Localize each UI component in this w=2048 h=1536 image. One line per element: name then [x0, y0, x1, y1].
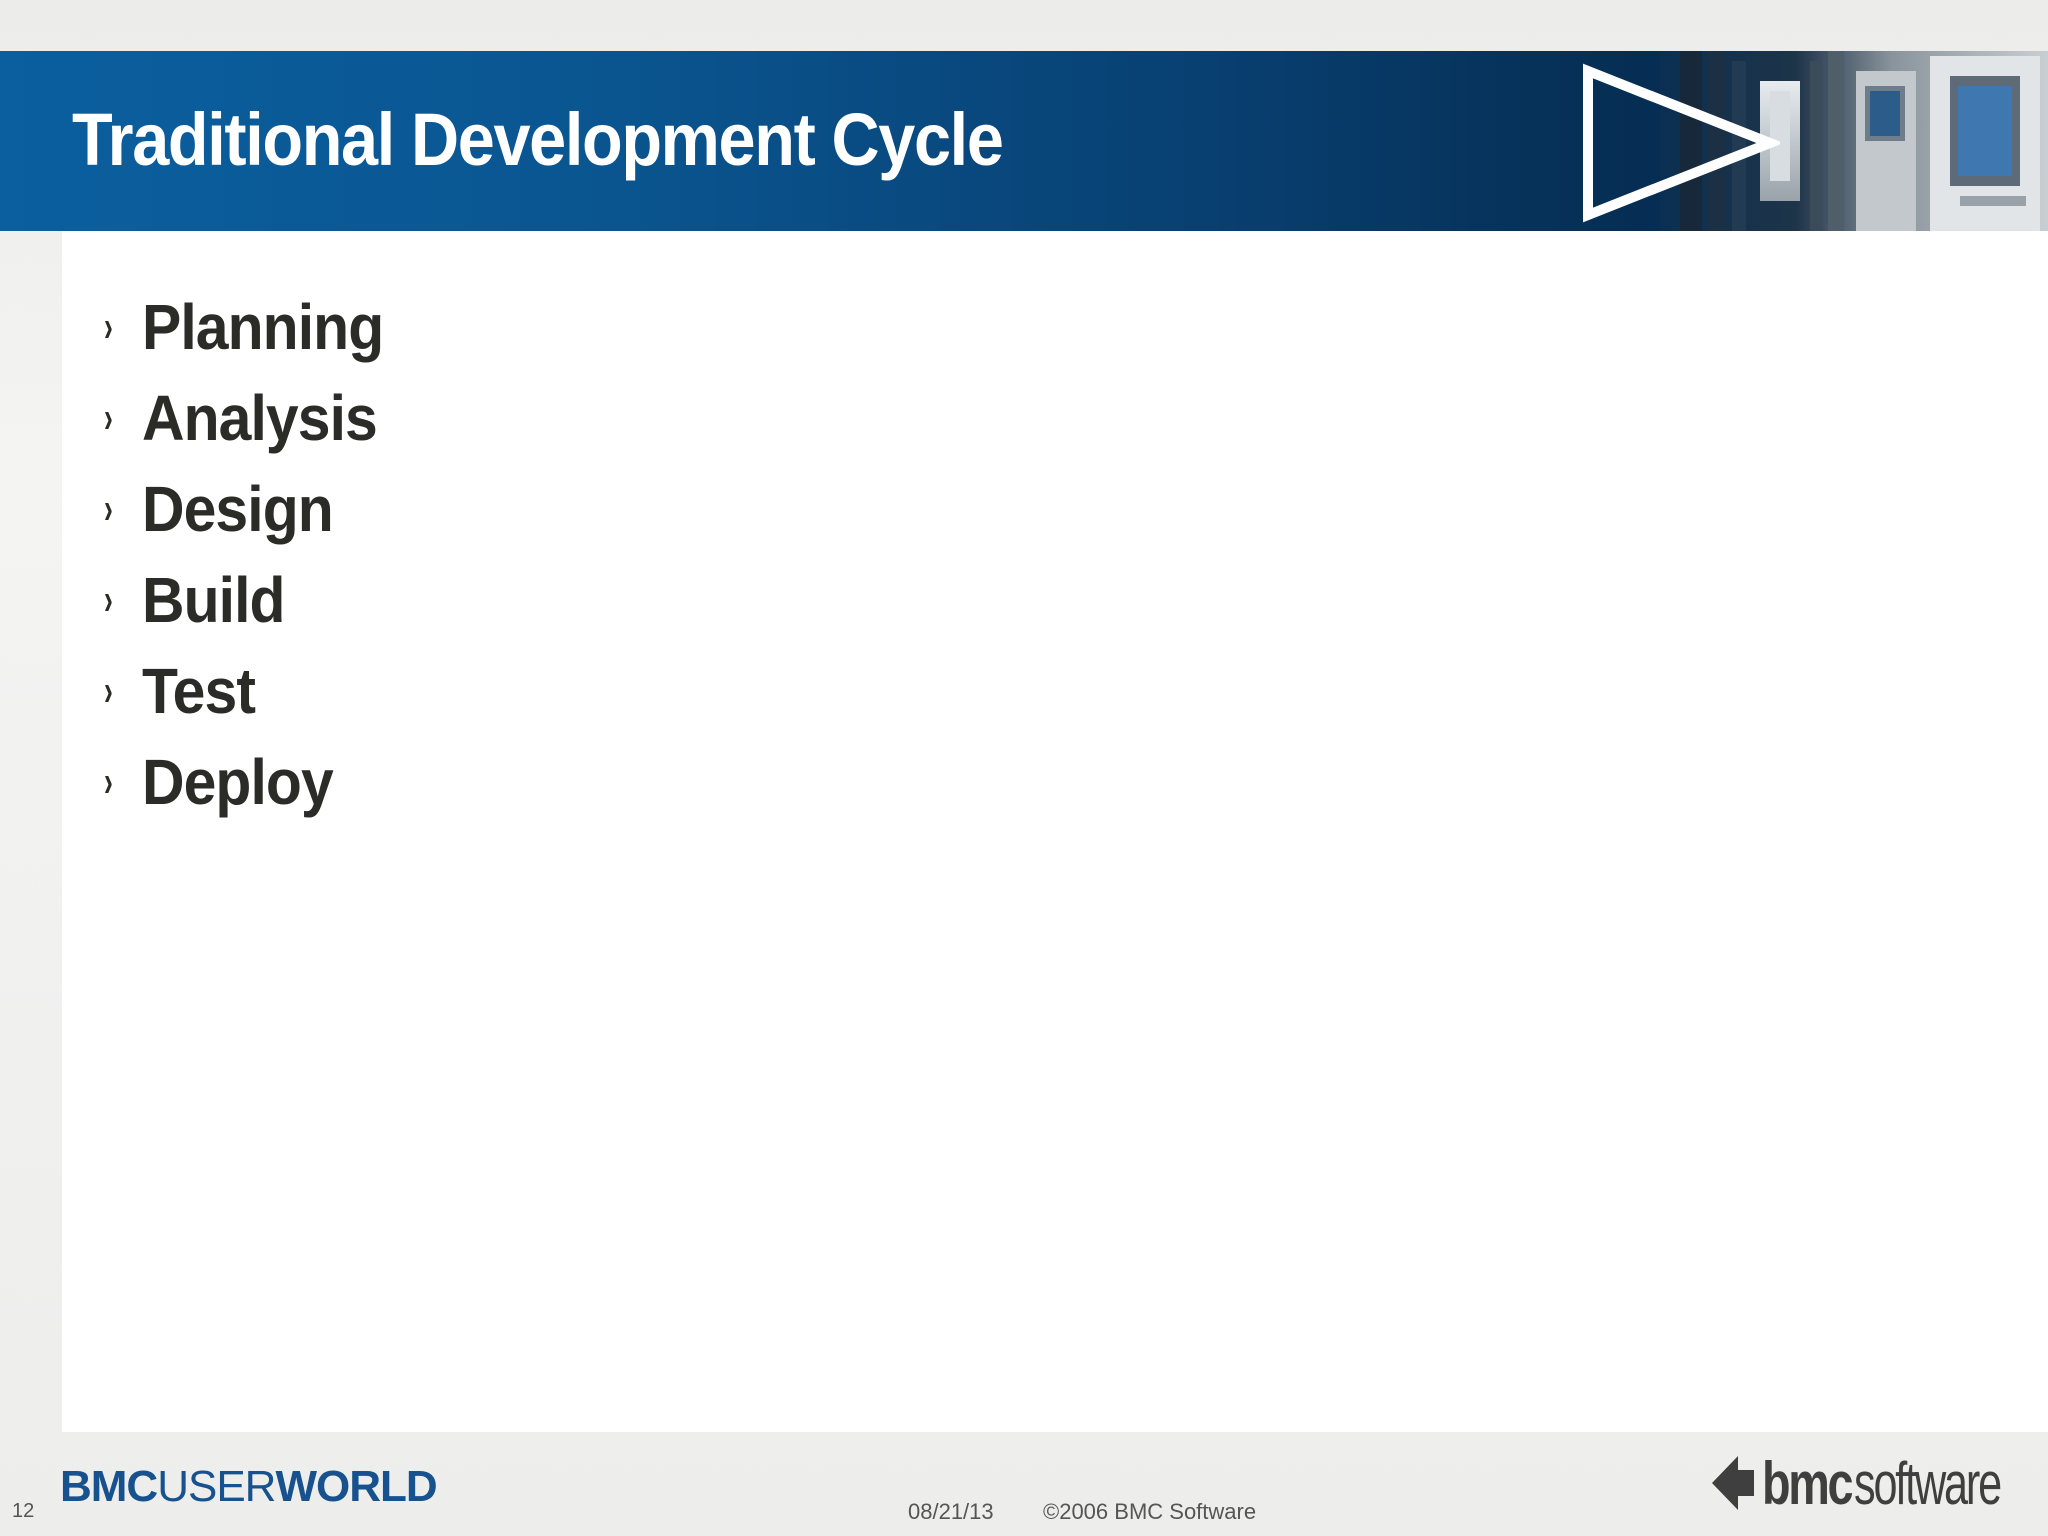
bullet-chevron-icon: › [104, 574, 113, 624]
footer-date: 08/21/13 [908, 1499, 994, 1524]
bmc-software-logo: bmc software [1708, 1449, 2048, 1517]
play-triangle-icon [1583, 63, 1780, 223]
list-item: › Design [104, 463, 404, 554]
bullet-text: Planning [142, 290, 384, 363]
content-panel: › Planning › Analysis › Design › Build ›… [62, 231, 2048, 1432]
brand-part: WORLD [275, 1462, 437, 1511]
bullet-text: Deploy [142, 745, 334, 818]
slide-header: Traditional Development Cycle [0, 51, 2048, 231]
bullet-text: Analysis [142, 381, 378, 454]
bullet-chevron-icon: › [104, 665, 113, 715]
bullet-text: Test [142, 654, 256, 727]
bullet-list: › Planning › Analysis › Design › Build ›… [104, 281, 404, 827]
bullet-text: Build [142, 563, 285, 636]
brand-word: bmc [1762, 1449, 1854, 1517]
bmc-arrow-logo-icon [1712, 1456, 1754, 1510]
bullet-text: Design [142, 472, 334, 545]
footer-copyright: ©2006 BMC Software [1043, 1499, 1257, 1524]
bullet-chevron-icon: › [104, 483, 113, 533]
list-item: › Build [104, 554, 404, 645]
bmc-userworld-logo: BMCUSERWORLD [60, 1462, 438, 1512]
list-item: › Test [104, 645, 404, 736]
list-item: › Deploy [104, 736, 404, 827]
bullet-chevron-icon: › [104, 392, 113, 442]
brand-word: software [1854, 1449, 2002, 1517]
list-item: › Analysis [104, 372, 404, 463]
slide-title: Traditional Development Cycle [72, 98, 1004, 181]
brand-part: USER [157, 1462, 276, 1511]
slide-number: 12 [12, 1500, 35, 1522]
brand-part: BMC [60, 1462, 158, 1511]
list-item: › Planning [104, 281, 404, 372]
bullet-chevron-icon: › [104, 301, 113, 351]
bullet-chevron-icon: › [104, 756, 113, 806]
